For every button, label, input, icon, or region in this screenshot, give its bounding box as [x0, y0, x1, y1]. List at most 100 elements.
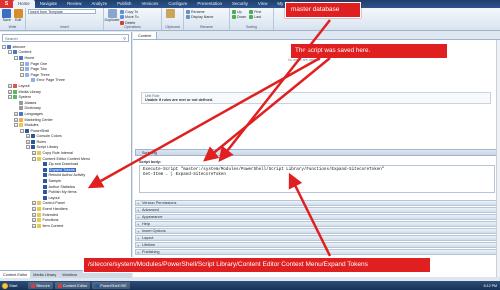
item-icon: [13, 89, 17, 94]
section-scripting[interactable]: Scripting: [135, 149, 498, 156]
section-insert-options[interactable]: Insert Options: [135, 228, 498, 235]
duplicate-icon: [107, 9, 117, 18]
tab-workbox[interactable]: Workbox: [59, 271, 80, 278]
collapse-icon[interactable]: -: [32, 156, 36, 161]
tree-node-label: Modules: [24, 123, 39, 128]
save-icon: [2, 9, 12, 18]
search-box[interactable]: Search ⚲: [2, 34, 129, 42]
ribbon-tab-publish[interactable]: Publish: [112, 0, 136, 8]
ribbon-group-label: Operations: [124, 25, 141, 29]
collapse-icon[interactable]: -: [20, 128, 24, 133]
rename-button[interactable]: Rename: [186, 9, 227, 14]
copy-to-button[interactable]: Copy To: [120, 9, 139, 14]
collapse-icon[interactable]: -: [8, 95, 12, 100]
ribbon-tab-configure[interactable]: Configure: [163, 0, 192, 8]
tree-node-label: Extended: [42, 212, 59, 217]
collapse-icon[interactable]: -: [8, 50, 12, 55]
ribbon-group-label: Sorting: [246, 25, 257, 29]
expand-icon[interactable]: +: [32, 207, 36, 212]
ribbon-group-label: Write: [8, 25, 17, 29]
up-icon: [232, 9, 236, 14]
paste-button[interactable]: [164, 9, 176, 18]
edit-button[interactable]: Edit: [13, 9, 24, 22]
item-icon: [25, 67, 29, 72]
expand-icon[interactable]: +: [32, 151, 36, 156]
rename-icon: [186, 9, 190, 14]
collapse-icon[interactable]: -: [26, 145, 30, 150]
collapse-icon[interactable]: -: [14, 55, 18, 60]
tab-content-editor[interactable]: Content Editor: [0, 271, 31, 278]
down-button[interactable]: Down: [232, 15, 246, 20]
up-button[interactable]: Up: [232, 9, 246, 14]
expand-icon[interactable]: +: [32, 218, 36, 223]
section-publishing[interactable]: Publishing: [135, 249, 498, 256]
section-appearance[interactable]: Appearance: [135, 214, 498, 221]
copy-icon: [120, 9, 124, 14]
tree-node[interactable]: + Item Context: [2, 223, 131, 229]
content-tab-bar: Content: [133, 32, 500, 40]
expand-icon[interactable]: +: [20, 61, 24, 66]
ribbon-tab-view[interactable]: View: [253, 0, 272, 8]
first-button[interactable]: First: [249, 9, 261, 14]
item-icon: [37, 218, 41, 223]
item-icon: [19, 106, 23, 111]
search-icon: ⚲: [123, 35, 126, 41]
script-body-editor[interactable]: Execute-Script "master:/system/Modules/P…: [139, 165, 495, 193]
taskbar-task[interactable]: Sitecore: [28, 282, 53, 289]
move-to-button[interactable]: Move To: [120, 15, 139, 20]
tab-content[interactable]: Content: [133, 32, 158, 39]
expand-icon[interactable]: +: [14, 111, 18, 116]
expand-icon[interactable]: +: [14, 117, 18, 122]
insert-from-template-field[interactable]: Insert from Template: [28, 9, 96, 14]
expand-icon[interactable]: +: [8, 83, 12, 88]
section-version-permissions[interactable]: Version Permissions: [135, 200, 498, 207]
ribbon-tab-navigate[interactable]: Navigate: [35, 0, 62, 8]
ribbon-tab-home[interactable]: Home: [13, 0, 35, 8]
expand-icon[interactable]: +: [32, 223, 36, 228]
tree-node-label: Item Context: [42, 223, 64, 228]
content-scrollbar[interactable]: [496, 40, 500, 277]
item-icon: [37, 156, 41, 161]
taskbar-task[interactable]: Content Editor: [54, 282, 91, 289]
collapse-icon[interactable]: -: [2, 44, 6, 49]
ribbon-tab-analyze[interactable]: Analyze: [86, 0, 112, 8]
ribbon-group-label: Insert: [60, 25, 69, 29]
ribbon: Save Edit Write Insert from Template Ins…: [0, 8, 500, 31]
move-to-label: Move To: [125, 15, 139, 19]
ribbon-tab-review[interactable]: Review: [62, 0, 86, 8]
taskbar-task[interactable]: PowerShell ISE: [92, 282, 130, 289]
section-lifetime[interactable]: Lifetime: [135, 242, 498, 249]
ribbon-tab-security[interactable]: Security: [227, 0, 253, 8]
expand-icon[interactable]: +: [32, 201, 36, 206]
ribbon-tab-presentation[interactable]: Presentation: [192, 0, 227, 8]
item-icon: [37, 151, 41, 156]
section-layout[interactable]: Layout: [135, 235, 498, 242]
tab-media-library[interactable]: Media Library: [30, 271, 59, 278]
application-button[interactable]: S: [0, 0, 13, 8]
duplicate-button[interactable]: Duplicate: [105, 9, 120, 22]
tree-node-label: Event Handlers: [42, 207, 68, 212]
expand-icon[interactable]: +: [20, 67, 24, 72]
display-name-button[interactable]: Display Name: [186, 15, 227, 20]
collapse-icon[interactable]: -: [14, 123, 18, 128]
collapse-icon[interactable]: -: [20, 72, 24, 77]
expand-icon[interactable]: +: [26, 134, 30, 139]
expand-icon[interactable]: +: [8, 89, 12, 94]
ribbon-tab-versions[interactable]: Versions: [137, 0, 164, 8]
save-button[interactable]: Save: [2, 9, 12, 22]
first-icon: [249, 9, 254, 14]
item-icon: [19, 111, 23, 116]
item-icon: [25, 128, 29, 133]
start-button[interactable]: Start: [0, 281, 26, 290]
expand-icon[interactable]: +: [32, 212, 36, 217]
section-help[interactable]: Help: [135, 221, 498, 228]
tree-node-label: Layout: [48, 195, 60, 200]
section-advanced[interactable]: Advanced: [135, 207, 498, 214]
ribbon-group-label: Clipboard: [165, 25, 180, 29]
script-field: Script body: Execute-Script "master:/sys…: [139, 160, 495, 195]
expand-icon[interactable]: +: [26, 139, 30, 144]
last-button[interactable]: Last: [249, 15, 261, 20]
script-body-label: Script body:: [139, 160, 162, 164]
